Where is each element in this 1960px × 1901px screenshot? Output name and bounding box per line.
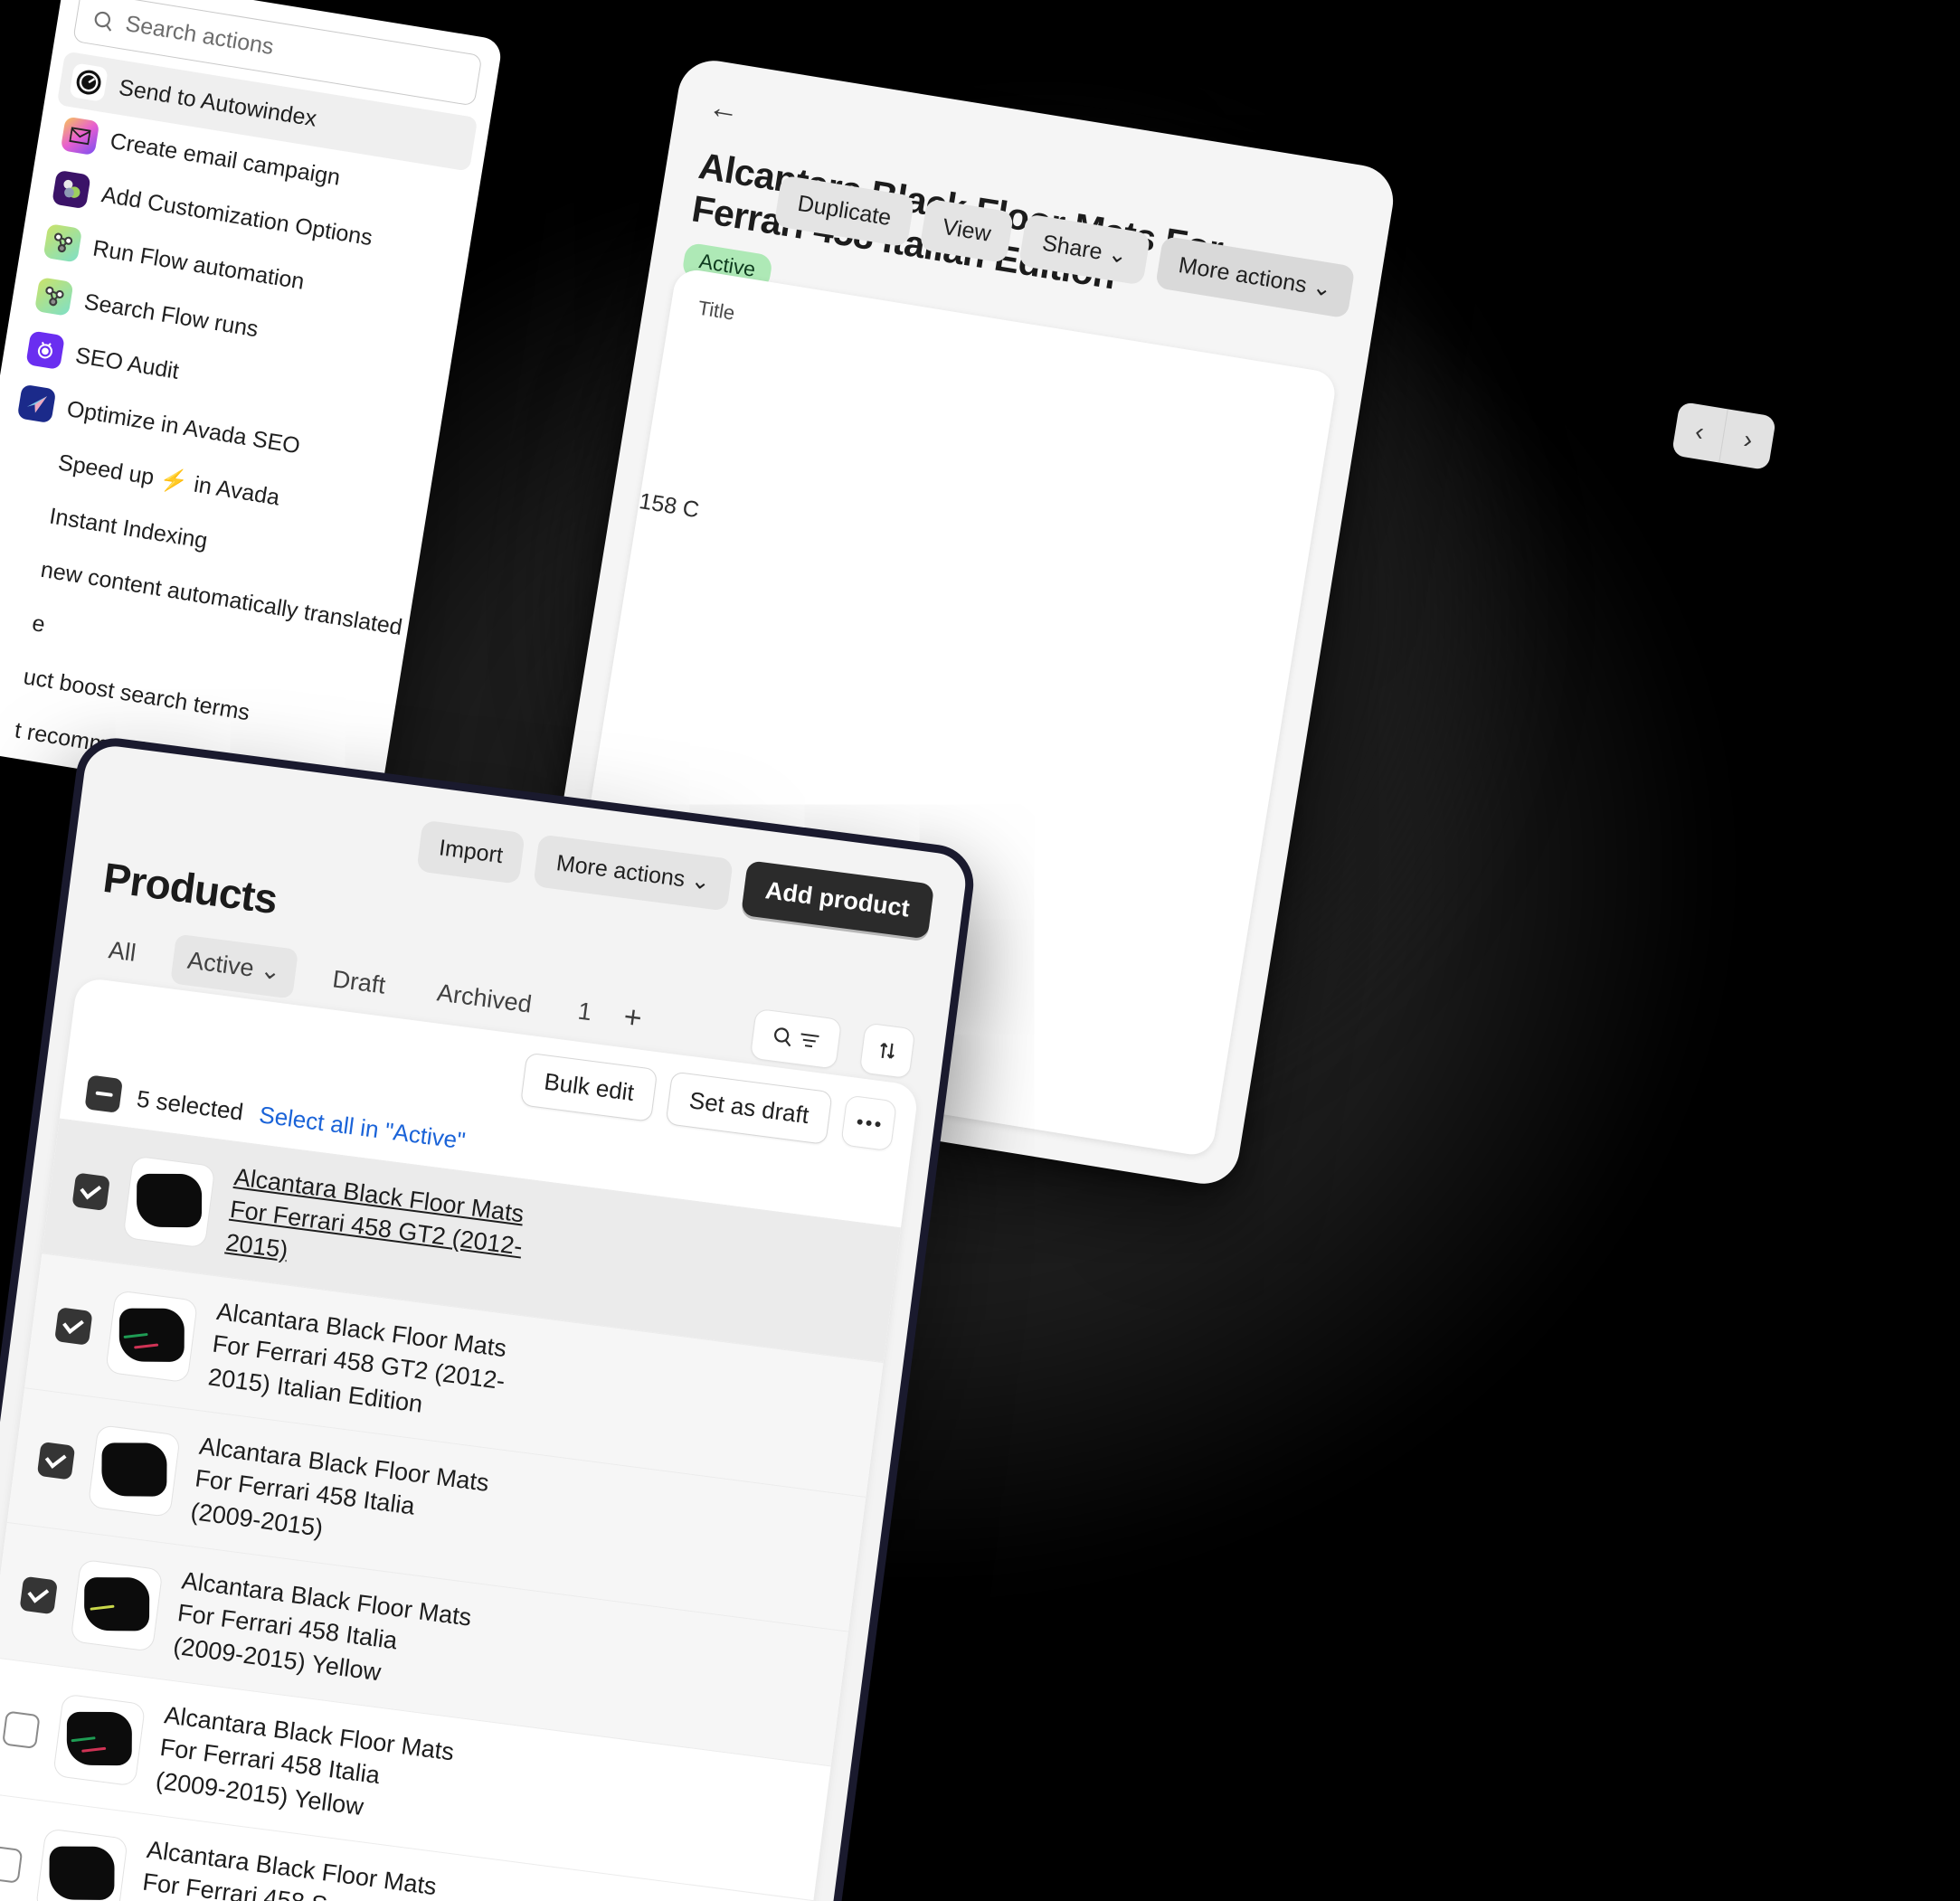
chevron-down-icon: ⌄ <box>1106 241 1130 270</box>
chevron-down-icon: ⌄ <box>259 955 283 986</box>
import-button[interactable]: Import <box>416 819 526 884</box>
avada-icon <box>0 491 39 531</box>
generic-icon <box>0 705 5 745</box>
products-sheet: Bulk edit Set as draft 5 selected Select… <box>0 976 920 1901</box>
screenshot-stage: ← Alcantara Black Floor Mats For Ferrari… <box>0 0 1960 1901</box>
row-checkbox[interactable] <box>71 1171 111 1211</box>
row-checkbox[interactable] <box>2 1709 41 1749</box>
chevron-down-icon: ⌄ <box>689 867 712 895</box>
email-icon <box>60 116 100 156</box>
tab-active[interactable]: Active ⌄ <box>170 933 298 999</box>
search-actions-placeholder: Search actions <box>123 10 276 61</box>
row-checkbox[interactable] <box>0 1844 24 1884</box>
search-icon <box>90 6 117 33</box>
share-label: Share <box>1040 230 1104 265</box>
select-all-checkbox[interactable] <box>84 1074 123 1113</box>
tab-number[interactable]: 1 <box>567 996 602 1027</box>
add-view-button[interactable]: + <box>621 999 644 1036</box>
product-thumbnail <box>105 1289 199 1383</box>
tab-archived[interactable]: Archived <box>420 966 549 1031</box>
product-thumbnail <box>70 1558 164 1652</box>
tab-draft[interactable]: Draft <box>315 952 402 1012</box>
search-actions-popover: Search actions Send to Autowindex Create… <box>0 0 504 818</box>
row-checkbox[interactable] <box>36 1441 76 1480</box>
ellipsis-icon[interactable] <box>840 1094 897 1152</box>
product-thumbnail <box>34 1827 128 1901</box>
more-actions-label: More actions <box>554 850 687 893</box>
action-label: SEO Audit <box>73 342 181 384</box>
more-actions-label: More actions <box>1177 251 1309 298</box>
action-label: e <box>30 610 47 638</box>
bulk-edit-button[interactable]: Bulk edit <box>520 1052 658 1122</box>
row-checkbox[interactable] <box>54 1306 93 1346</box>
next-page-button[interactable]: › <box>1720 409 1776 470</box>
add-product-button[interactable]: Add product <box>740 859 935 940</box>
selected-count-label: 5 selected <box>135 1084 245 1126</box>
product-name-link[interactable]: Alcantara Black Floor Mats For Ferrari 4… <box>154 1698 462 1834</box>
search-filter-button[interactable] <box>749 1007 843 1070</box>
generic-icon <box>0 652 13 692</box>
flow-icon <box>33 277 74 317</box>
avada-icon <box>8 438 48 478</box>
transcy-icon <box>0 544 31 584</box>
sort-button[interactable] <box>858 1022 916 1080</box>
product-thumbnail <box>52 1692 147 1787</box>
product-name-link[interactable]: Alcantara Black Floor Mats For Ferrari 4… <box>223 1160 532 1296</box>
prev-page-button[interactable]: ‹ <box>1671 401 1729 463</box>
product-thumbnail <box>87 1423 181 1518</box>
tab-all[interactable]: All <box>91 923 154 980</box>
chevron-down-icon: ⌄ <box>1311 273 1334 302</box>
flow-icon <box>43 222 83 263</box>
avada-icon <box>16 383 57 424</box>
set-as-draft-button[interactable]: Set as draft <box>665 1070 833 1145</box>
row-checkbox[interactable] <box>19 1575 59 1614</box>
back-arrow-icon[interactable]: ← <box>706 90 743 128</box>
seo-icon <box>25 330 65 371</box>
products-card: Import More actions ⌄ Add product Produc… <box>0 733 979 1901</box>
product-name-link[interactable]: Alcantara Black Floor Mats For Ferrari 4… <box>206 1295 515 1431</box>
generic-icon <box>0 599 22 638</box>
product-name-link[interactable]: Alcantara Black Floor Mats For Ferrari 4… <box>171 1565 479 1700</box>
customization-icon <box>52 169 91 210</box>
autowindex-icon <box>69 62 109 102</box>
product-thumbnail <box>122 1154 216 1249</box>
popover-pagination: ‹ › <box>1671 401 1776 471</box>
more-actions-button[interactable]: More actions ⌄ <box>533 834 734 912</box>
product-name-link[interactable]: Alcantara Black Floor Mats For Ferrari 4… <box>189 1430 497 1565</box>
tab-active-label: Active <box>185 946 256 982</box>
